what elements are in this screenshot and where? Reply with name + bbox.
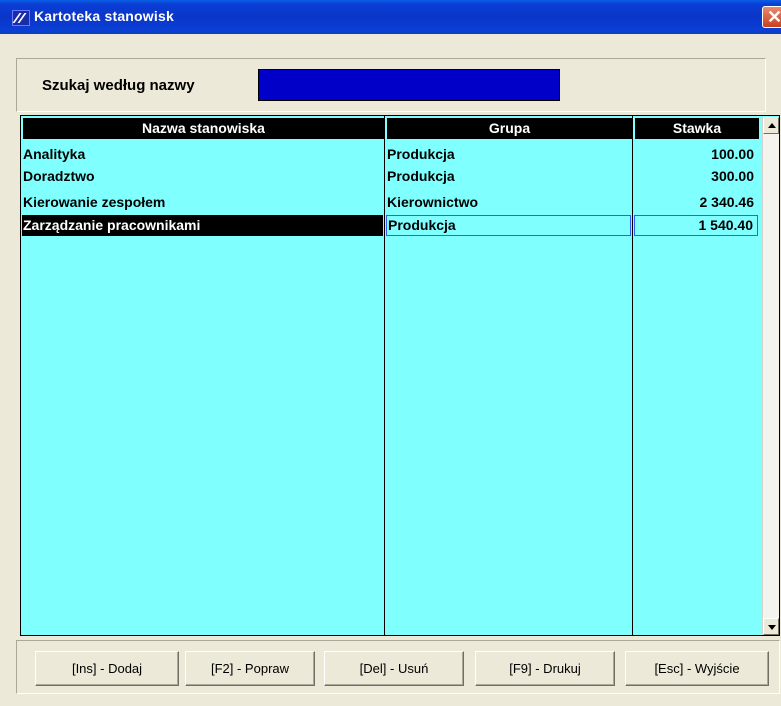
delete-button[interactable]: [Del] - Usuń — [324, 651, 464, 686]
vertical-scrollbar[interactable] — [762, 117, 779, 635]
table-row-selected[interactable]: Zarządzanie pracownikami Produkcja 1 540… — [21, 215, 761, 237]
positions-table[interactable]: Nazwa stanowiska Grupa Stawka Analityka … — [20, 115, 780, 636]
cell-rate[interactable]: 100.00 — [634, 144, 758, 165]
title-bar[interactable]: Kartoteka stanowisk ✕ — [0, 0, 781, 34]
exit-button[interactable]: [Esc] - Wyjście — [625, 651, 769, 686]
cell-group[interactable]: Produkcja — [386, 166, 631, 187]
table-row[interactable]: Doradztwo Produkcja 300.00 — [21, 166, 761, 188]
close-button[interactable]: ✕ — [762, 6, 781, 28]
arrow-down-icon — [768, 625, 776, 630]
cell-name[interactable]: Analityka — [22, 144, 383, 165]
print-button[interactable]: [F9] - Drukuj — [475, 651, 615, 686]
search-label: Szukaj według nazwy — [42, 77, 195, 94]
cell-rate[interactable]: 300.00 — [634, 166, 758, 187]
scroll-down-button[interactable] — [763, 618, 779, 635]
app-icon — [12, 10, 30, 26]
search-input[interactable] — [258, 69, 560, 101]
cell-group[interactable]: Kierownictwo — [386, 192, 631, 213]
window-title: Kartoteka stanowisk — [34, 8, 174, 24]
table-row[interactable]: Kierowanie zespołem Kierownictwo 2 340.4… — [21, 192, 761, 214]
column-header-name[interactable]: Nazwa stanowiska — [23, 118, 384, 139]
column-header-rate[interactable]: Stawka — [635, 118, 759, 139]
cell-group[interactable]: Produkcja — [386, 215, 631, 236]
cell-rate[interactable]: 1 540.40 — [634, 215, 758, 236]
cell-name[interactable]: Zarządzanie pracownikami — [22, 215, 383, 236]
table-row[interactable]: Analityka Produkcja 100.00 — [21, 144, 761, 166]
add-button[interactable]: [Ins] - Dodaj — [35, 651, 179, 686]
edit-button[interactable]: [F2] - Popraw — [185, 651, 315, 686]
close-icon: ✕ — [767, 7, 781, 27]
cell-name[interactable]: Kierowanie zespołem — [22, 192, 383, 213]
scroll-up-button[interactable] — [763, 117, 779, 134]
cell-group[interactable]: Produkcja — [386, 144, 631, 165]
arrow-up-icon — [768, 123, 776, 128]
cell-rate[interactable]: 2 340.46 — [634, 192, 758, 213]
column-header-group[interactable]: Grupa — [387, 118, 632, 139]
cell-name[interactable]: Doradztwo — [22, 166, 383, 187]
